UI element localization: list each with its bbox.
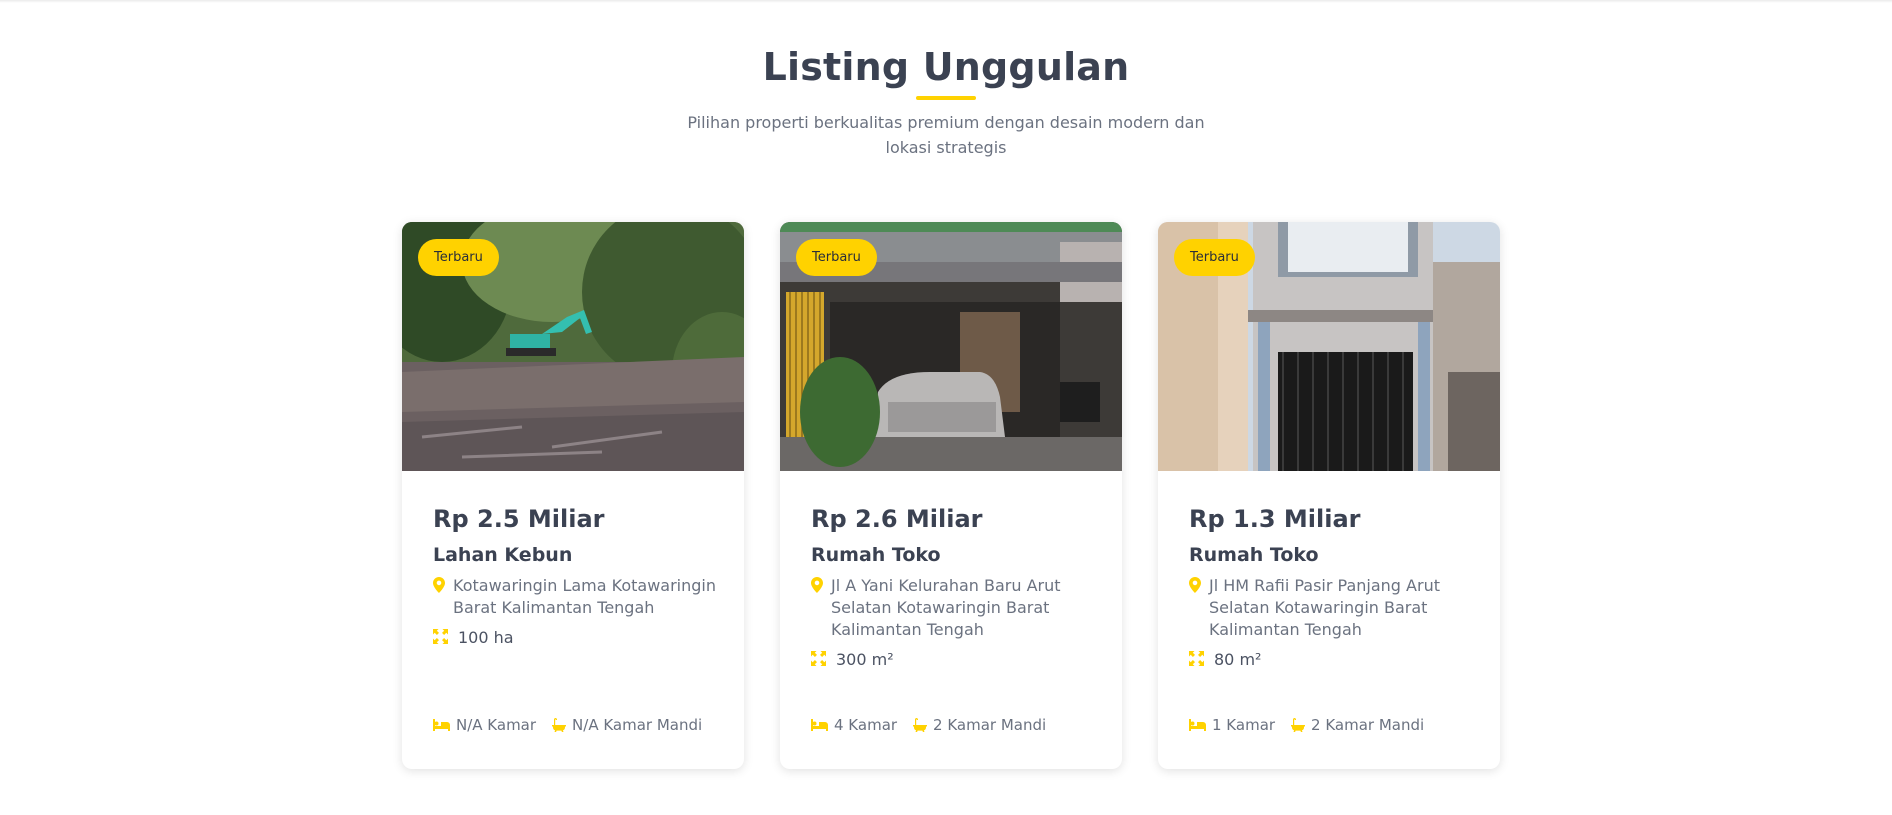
listing-details: Rp 2.5 Miliar Lahan Kebun Kotawaringin L…: [433, 504, 723, 649]
section-header: Listing Unggulan Pilihan properti berkua…: [0, 44, 1892, 160]
listing-grid: Terbaru Rp 2.5 Miliar Lahan Kebun Kotawa…: [402, 222, 1500, 769]
bed-icon: [811, 719, 828, 731]
listing-features: N/A Kamar N/A Kamar Mandi: [433, 716, 718, 734]
section-subtitle: Pilihan properti berkualitas premium den…: [687, 113, 1205, 157]
listing-card[interactable]: Terbaru Rp 2.6 Miliar Rumah Toko Jl A Ya…: [780, 222, 1122, 769]
listing-price: Rp 2.6 Miliar: [811, 505, 983, 533]
badge-new: Terbaru: [418, 239, 499, 276]
top-divider: [0, 0, 1892, 3]
listing-location: Kotawaringin Lama Kotawaringin Barat Kal…: [433, 575, 723, 619]
listing-photo[interactable]: Terbaru: [402, 222, 744, 471]
listing-features: 1 Kamar 2 Kamar Mandi: [1189, 716, 1440, 734]
listing-price: Rp 2.5 Miliar: [433, 505, 605, 533]
bedroom-count: 4 Kamar: [811, 716, 897, 734]
location-text: Jl A Yani Kelurahan Baru Arut Selatan Ko…: [831, 576, 1061, 639]
bed-icon: [433, 719, 450, 731]
listing-area: 300 m²: [811, 649, 1101, 671]
bedroom-count: N/A Kamar: [433, 716, 536, 734]
listing-card[interactable]: Terbaru Rp 1.3 Miliar Rumah Toko Jl HM R…: [1158, 222, 1500, 769]
listing-location: Jl HM Rafii Pasir Panjang Arut Selatan K…: [1189, 575, 1479, 641]
title-underline: [916, 96, 976, 100]
badge-new: Terbaru: [1174, 239, 1255, 276]
bedroom-count: 1 Kamar: [1189, 716, 1275, 734]
listing-photo[interactable]: Terbaru: [780, 222, 1122, 471]
listing-features: 4 Kamar 2 Kamar Mandi: [811, 716, 1062, 734]
area-text: 80 m²: [1214, 650, 1262, 669]
listing-location: Jl A Yani Kelurahan Baru Arut Selatan Ko…: [811, 575, 1101, 641]
badge-new: Terbaru: [796, 239, 877, 276]
listing-photo[interactable]: Terbaru: [1158, 222, 1500, 471]
bedroom-text: N/A Kamar: [456, 716, 537, 734]
bathroom-count: 2 Kamar Mandi: [1291, 716, 1424, 734]
bath-icon: [913, 718, 928, 732]
listing-type[interactable]: Rumah Toko: [1189, 543, 1479, 568]
bathroom-text: 2 Kamar Mandi: [1311, 716, 1425, 734]
listing-area: 100 ha: [433, 627, 723, 649]
bedroom-text: 4 Kamar: [834, 716, 898, 734]
area-text: 100 ha: [458, 628, 514, 647]
area-text: 300 m²: [836, 650, 894, 669]
expand-area-icon: [1189, 650, 1205, 670]
bath-icon: [1291, 718, 1306, 732]
bathroom-count: N/A Kamar Mandi: [552, 716, 702, 734]
listing-area: 80 m²: [1189, 649, 1479, 671]
section-title: Listing Unggulan: [762, 45, 1130, 89]
expand-area-icon: [433, 628, 449, 648]
bathroom-count: 2 Kamar Mandi: [913, 716, 1046, 734]
map-pin-icon: [1189, 577, 1201, 597]
expand-area-icon: [811, 650, 827, 670]
bed-icon: [1189, 719, 1206, 731]
listing-details: Rp 2.6 Miliar Rumah Toko Jl A Yani Kelur…: [811, 504, 1101, 671]
bathroom-text: N/A Kamar Mandi: [572, 716, 703, 734]
bedroom-text: 1 Kamar: [1212, 716, 1276, 734]
location-text: Jl HM Rafii Pasir Panjang Arut Selatan K…: [1209, 576, 1440, 639]
location-text: Kotawaringin Lama Kotawaringin Barat Kal…: [453, 576, 716, 617]
listing-price: Rp 1.3 Miliar: [1189, 505, 1361, 533]
listing-card[interactable]: Terbaru Rp 2.5 Miliar Lahan Kebun Kotawa…: [402, 222, 744, 769]
bathroom-text: 2 Kamar Mandi: [933, 716, 1047, 734]
listing-type[interactable]: Rumah Toko: [811, 543, 1101, 568]
listing-details: Rp 1.3 Miliar Rumah Toko Jl HM Rafii Pas…: [1189, 504, 1479, 671]
map-pin-icon: [433, 577, 445, 597]
listing-type[interactable]: Lahan Kebun: [433, 543, 723, 568]
bath-icon: [552, 718, 567, 732]
map-pin-icon: [811, 577, 823, 597]
